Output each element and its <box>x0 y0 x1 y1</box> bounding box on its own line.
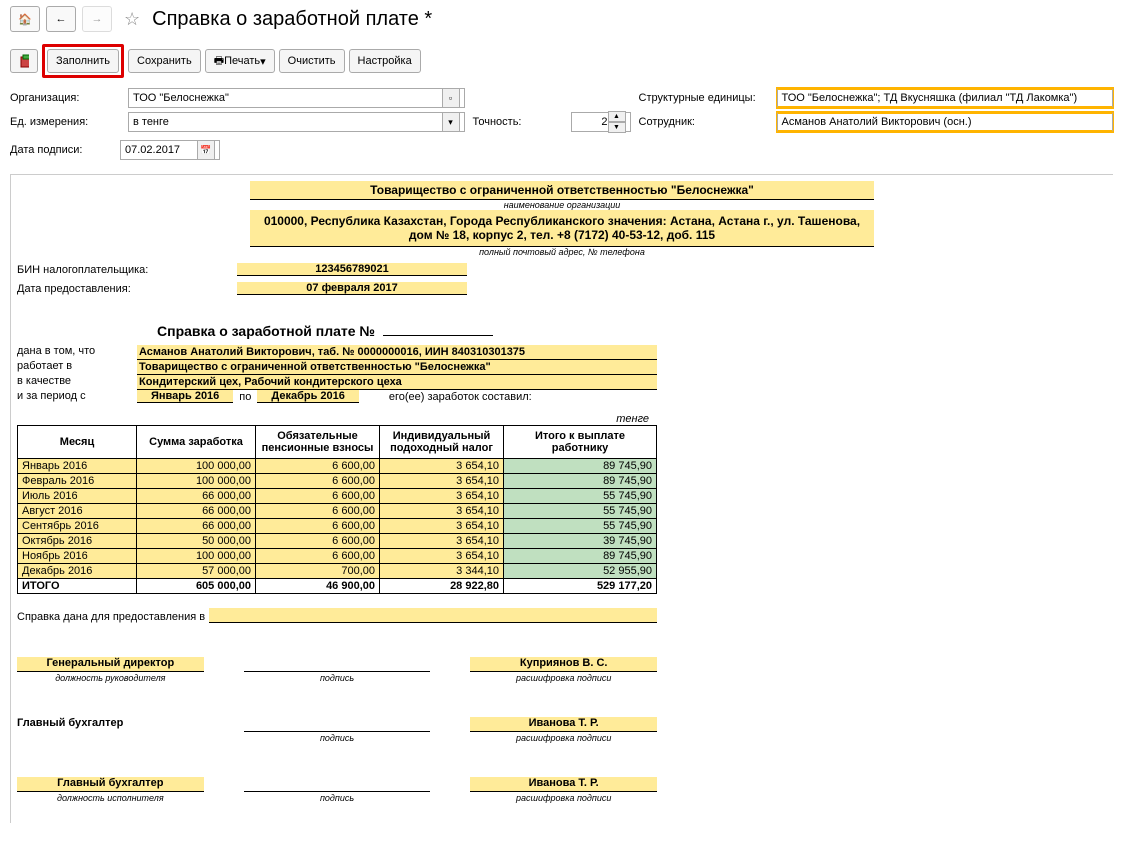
table-row: Август 201666 000,006 600,003 654,1055 7… <box>18 504 657 519</box>
printer-icon: 🖶 <box>214 52 224 71</box>
home-button[interactable]: 🏠 <box>10 6 40 32</box>
icon-button[interactable] <box>10 49 38 73</box>
clear-button[interactable]: Очистить <box>279 49 345 73</box>
cube-icon <box>19 53 29 69</box>
label-employee: Сотрудник: <box>639 116 769 128</box>
org-name-note: наименование организации <box>250 200 874 210</box>
table-row: Сентябрь 201666 000,006 600,003 654,1055… <box>18 519 657 534</box>
period-suffix: его(ее) заработок составил: <box>389 391 532 403</box>
unit-select[interactable]: в тенге ▾ <box>128 112 465 132</box>
period-to: Декабрь 2016 <box>257 390 359 403</box>
table-row: Февраль 2016100 000,006 600,003 654,1089… <box>18 474 657 489</box>
given-label-2: работает в <box>17 360 137 375</box>
period-sep: по <box>239 391 251 403</box>
page-title: Справка о заработной плате * <box>152 8 432 31</box>
th-month: Месяц <box>18 426 137 459</box>
save-button[interactable]: Сохранить <box>128 49 201 73</box>
struct-input[interactable]: ТОО "Белоснежка"; ТД Вкусняшка (филиал "… <box>777 88 1114 108</box>
given-value-2: Товарищество с ограниченной ответственно… <box>137 360 657 375</box>
stepper-down-icon[interactable]: ▼ <box>608 122 626 133</box>
highlighted-fill-button: Заполнить <box>42 44 124 78</box>
gendir-name: Куприянов В. С. <box>470 657 657 672</box>
org-name: Товарищество с ограниченной ответственно… <box>250 181 874 200</box>
table-row: Июль 201666 000,006 600,003 654,1055 745… <box>18 489 657 504</box>
sig-line <box>244 657 431 672</box>
period-label: и за период с <box>17 390 137 403</box>
table-row: Декабрь 201657 000,00700,003 344,1052 95… <box>18 564 657 579</box>
given-label-3: в качестве <box>17 375 137 390</box>
sign-date-input[interactable]: 07.02.2017 📅 <box>120 140 220 160</box>
gendir-role: Генеральный директор <box>17 657 204 672</box>
value-bin: 123456789021 <box>237 263 467 276</box>
given-value-1: Асманов Анатолий Викторович, таб. № 0000… <box>137 345 657 360</box>
open-icon[interactable]: ▫ <box>442 88 460 108</box>
table-row: Ноябрь 2016100 000,006 600,003 654,1089 … <box>18 549 657 564</box>
table-total-row: ИТОГО605 000,0046 900,0028 922,80529 177… <box>18 579 657 594</box>
acc-name-2: Иванова Т. Р. <box>470 777 657 792</box>
label-bin: БИН налогоплательщика: <box>17 264 237 276</box>
org-address: 010000, Республика Казахстан, Города Рес… <box>250 210 874 247</box>
chief-acc-2: Главный бухгалтер <box>17 777 204 792</box>
ref-title: Справка о заработной плате № <box>157 323 375 339</box>
table-row: Октябрь 201650 000,006 600,003 654,1039 … <box>18 534 657 549</box>
forward-button[interactable]: → <box>82 6 112 32</box>
chevron-down-icon[interactable]: ▾ <box>442 112 460 132</box>
label-org: Организация: <box>10 92 120 104</box>
table-row: Январь 2016100 000,006 600,003 654,1089 … <box>18 459 657 474</box>
chevron-down-icon: ▾ <box>260 55 266 68</box>
label-unit: Ед. измерения: <box>10 116 120 128</box>
precision-stepper[interactable]: 2 ▲ ▼ <box>571 112 631 132</box>
given-value-3: Кондитерский цех, Рабочий кондитерского … <box>137 375 657 390</box>
salary-table: Месяц Сумма заработка Обязательные пенси… <box>17 425 657 594</box>
employee-input[interactable]: Асманов Анатолий Викторович (осн.) <box>777 112 1114 132</box>
given-label-1: дана в том, что <box>17 345 137 360</box>
th-pension: Обязательные пенсионные взносы <box>256 426 380 459</box>
purpose-label: Справка дана для предоставления в <box>17 611 205 623</box>
chief-acc-1: Главный бухгалтер <box>17 717 204 731</box>
label-precision: Точность: <box>473 116 563 128</box>
period-from: Январь 2016 <box>137 390 233 403</box>
favorite-icon[interactable]: ☆ <box>124 9 140 30</box>
th-tax: Индивидуальный подоходный налог <box>380 426 504 459</box>
label-struct: Структурные единицы: <box>639 92 769 104</box>
label-sign-date: Дата подписи: <box>10 144 112 156</box>
th-payout: Итого к выплате работнику <box>504 426 657 459</box>
ref-number-field <box>383 335 493 336</box>
fill-button[interactable]: Заполнить <box>47 49 119 73</box>
value-provided: 07 февраля 2017 <box>237 282 467 295</box>
org-input[interactable]: ТОО "Белоснежка" ▫ <box>128 88 465 108</box>
back-button[interactable]: ← <box>46 6 76 32</box>
acc-name-1: Иванова Т. Р. <box>470 717 657 732</box>
label-provided: Дата предоставления: <box>17 283 237 295</box>
purpose-field <box>209 608 657 623</box>
stepper-up-icon[interactable]: ▲ <box>608 111 626 122</box>
document-preview: Товарищество с ограниченной ответственно… <box>10 174 1113 823</box>
settings-button[interactable]: Настройка <box>349 49 421 73</box>
th-amount: Сумма заработка <box>137 426 256 459</box>
calendar-icon[interactable]: 📅 <box>197 140 215 160</box>
address-note: полный почтовый адрес, № телефона <box>250 247 874 257</box>
currency-label: тенге <box>17 413 649 425</box>
print-button[interactable]: 🖶 Печать ▾ <box>205 49 275 73</box>
